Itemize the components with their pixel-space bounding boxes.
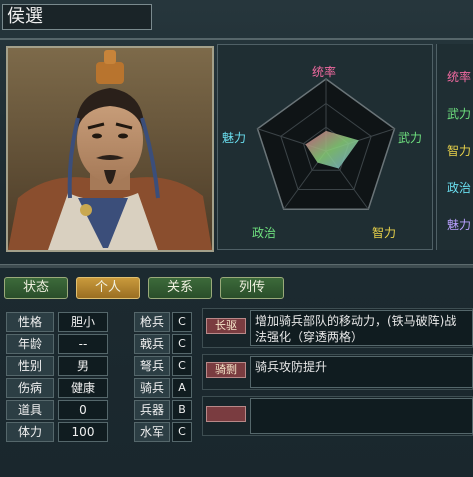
aptitude-label: 枪兵 — [134, 312, 170, 332]
info-label: 性格 — [6, 312, 54, 332]
radar-label-charm: 魅力 — [222, 131, 247, 145]
radar-label-politics: 政治 — [252, 226, 277, 240]
skill-description — [250, 398, 473, 434]
portrait — [6, 46, 214, 252]
stat-column: 统率 武力 智力 政治 魅力 — [436, 44, 473, 250]
info-value: 0 — [58, 400, 108, 420]
tab-personal[interactable]: 个人 — [76, 277, 140, 299]
radar-label-intelligence: 智力 — [372, 226, 397, 240]
aptitude-grade: C — [172, 422, 192, 442]
stat-tag-politics: 政治 — [447, 181, 473, 195]
top-divider — [0, 38, 473, 40]
aptitude-label: 兵器 — [134, 400, 170, 420]
tab-status[interactable]: 状态 — [4, 277, 68, 299]
radar-label-command: 统率 — [312, 65, 337, 79]
radar-chart-panel: 统率 武力 智力 政治 魅力 — [217, 44, 433, 250]
skill-name-tag[interactable]: 长驱 — [206, 318, 246, 334]
info-label: 体力 — [6, 422, 54, 442]
skill-name-tag[interactable] — [206, 406, 246, 422]
info-label: 伤病 — [6, 378, 54, 398]
stat-tag-command: 统率 — [447, 70, 473, 84]
aptitude-grade: C — [172, 312, 192, 332]
info-value: 健康 — [58, 378, 108, 398]
portrait-image — [8, 48, 212, 250]
radar-label-strength: 武力 — [398, 131, 423, 145]
info-value: 胆小 — [58, 312, 108, 332]
aptitude-grade: B — [172, 400, 192, 420]
info-value: -- — [58, 334, 108, 354]
info-value: 100 — [58, 422, 108, 442]
aptitude-grade: C — [172, 334, 192, 354]
aptitude-label: 水军 — [134, 422, 170, 442]
tab-relations[interactable]: 关系 — [148, 277, 212, 299]
aptitude-label: 骑兵 — [134, 378, 170, 398]
skill-name-tag[interactable]: 骑剽 — [206, 362, 246, 378]
aptitude-label: 戟兵 — [134, 334, 170, 354]
info-value: 男 — [58, 356, 108, 376]
stat-tag-intelligence: 智力 — [447, 144, 473, 158]
info-label: 性别 — [6, 356, 54, 376]
aptitude-grade: A — [172, 378, 192, 398]
stat-tag-strength: 武力 — [447, 107, 473, 121]
info-label: 道具 — [6, 400, 54, 420]
skill-description: 骑兵攻防提升 — [250, 356, 473, 388]
info-label: 年龄 — [6, 334, 54, 354]
mid-divider — [0, 264, 473, 268]
skill-description: 增加骑兵部队的移动力，(铁马破阵)战法强化（穿透两格） — [250, 310, 473, 346]
character-name: 侯選 — [2, 4, 152, 30]
tab-biography[interactable]: 列传 — [220, 277, 284, 299]
stat-tag-charm: 魅力 — [447, 218, 473, 232]
aptitude-grade: C — [172, 356, 192, 376]
aptitude-label: 弩兵 — [134, 356, 170, 376]
